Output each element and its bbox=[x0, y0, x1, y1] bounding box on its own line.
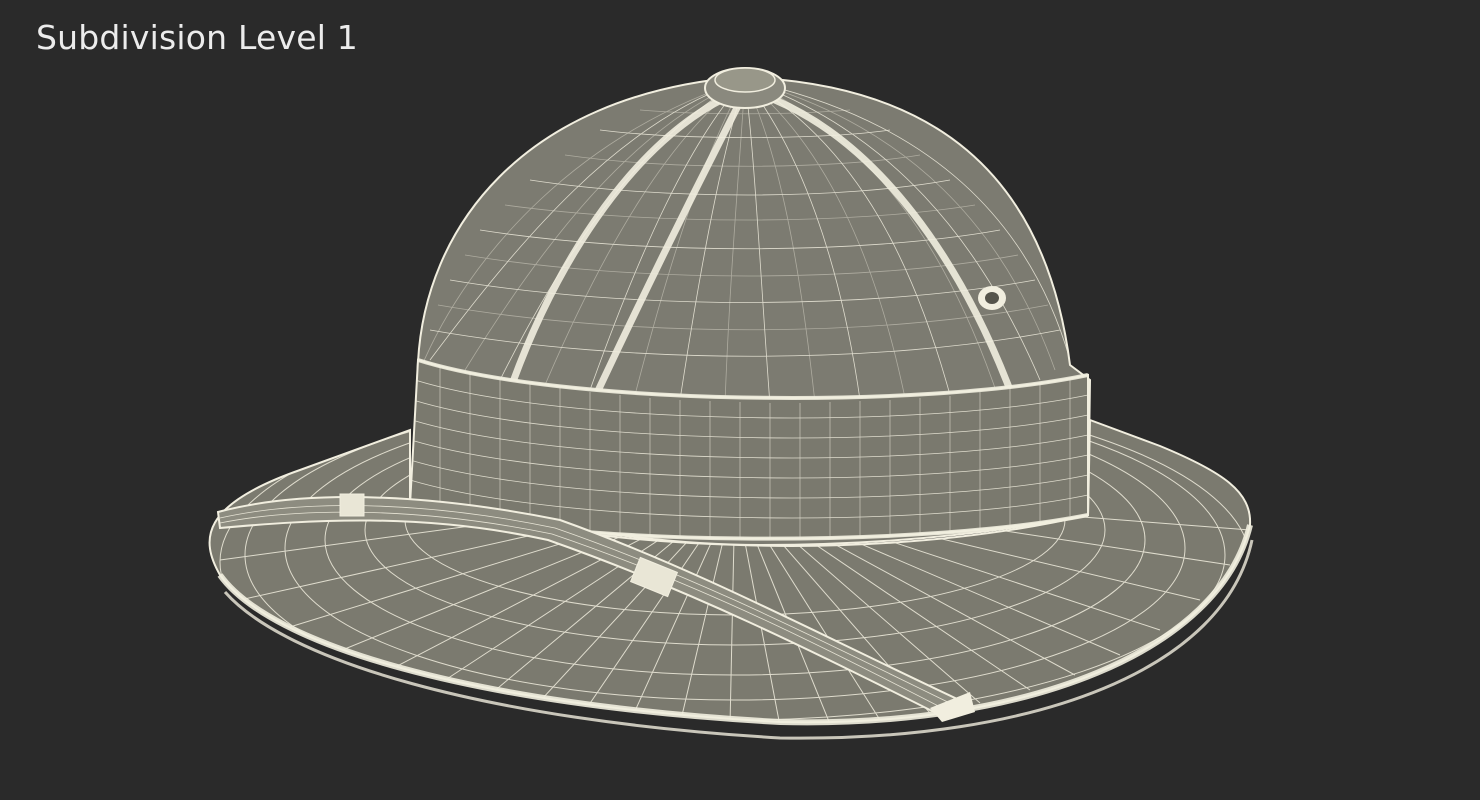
strap-keeper bbox=[339, 493, 365, 517]
vent-grommet bbox=[978, 286, 1006, 310]
pith-helmet-wireframe-render bbox=[208, 67, 1254, 740]
render-viewport: Subdivision Level 1 bbox=[0, 0, 1480, 800]
